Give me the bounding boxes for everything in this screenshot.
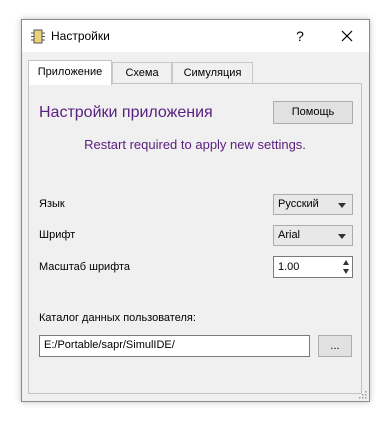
user-data-label: Каталог данных пользователя: <box>39 312 196 324</box>
help-button[interactable]: Помощь <box>273 101 353 124</box>
spin-down-icon[interactable] <box>343 269 349 274</box>
chevron-down-icon <box>338 203 346 208</box>
close-button[interactable] <box>327 22 367 50</box>
font-select[interactable]: Arial <box>273 225 353 246</box>
font-value: Arial <box>278 229 301 241</box>
restart-notice: Restart required to apply new settings. <box>84 137 306 152</box>
language-label: Язык <box>39 198 65 210</box>
user-data-path-field[interactable]: E:/Portable/sapr/SimulIDE/ <box>39 335 310 357</box>
chip-icon <box>31 29 45 44</box>
chevron-down-icon <box>338 234 346 239</box>
title-bar: Настройки ? <box>22 20 369 52</box>
dialog-body: Приложение Схема Симуляция Настройки при… <box>22 52 369 401</box>
spin-up-icon[interactable] <box>343 260 349 265</box>
language-select[interactable]: Русский <box>273 194 353 215</box>
font-scale-spinbox[interactable]: 1.00 <box>273 256 353 278</box>
tab-simulation[interactable]: Симуляция <box>172 62 253 84</box>
font-scale-label: Масштаб шрифта <box>39 261 131 273</box>
font-scale-value: 1.00 <box>278 261 300 273</box>
close-icon <box>341 30 353 42</box>
browse-button[interactable]: ... <box>318 335 352 357</box>
help-icon[interactable]: ? <box>283 22 317 50</box>
page-title: Настройки приложения <box>39 104 213 121</box>
window-title: Настройки <box>51 29 110 43</box>
settings-dialog: Настройки ? Приложение Схема Симуляция Н… <box>21 19 370 402</box>
tab-bar: Приложение Схема Симуляция <box>28 60 362 85</box>
resize-grip-icon[interactable] <box>358 390 367 399</box>
application-settings-panel: Настройки приложения Помощь Restart requ… <box>28 83 362 394</box>
tab-schematic[interactable]: Схема <box>112 62 172 84</box>
font-label: Шрифт <box>39 229 76 241</box>
language-value: Русский <box>278 198 319 210</box>
tab-application[interactable]: Приложение <box>28 60 112 85</box>
